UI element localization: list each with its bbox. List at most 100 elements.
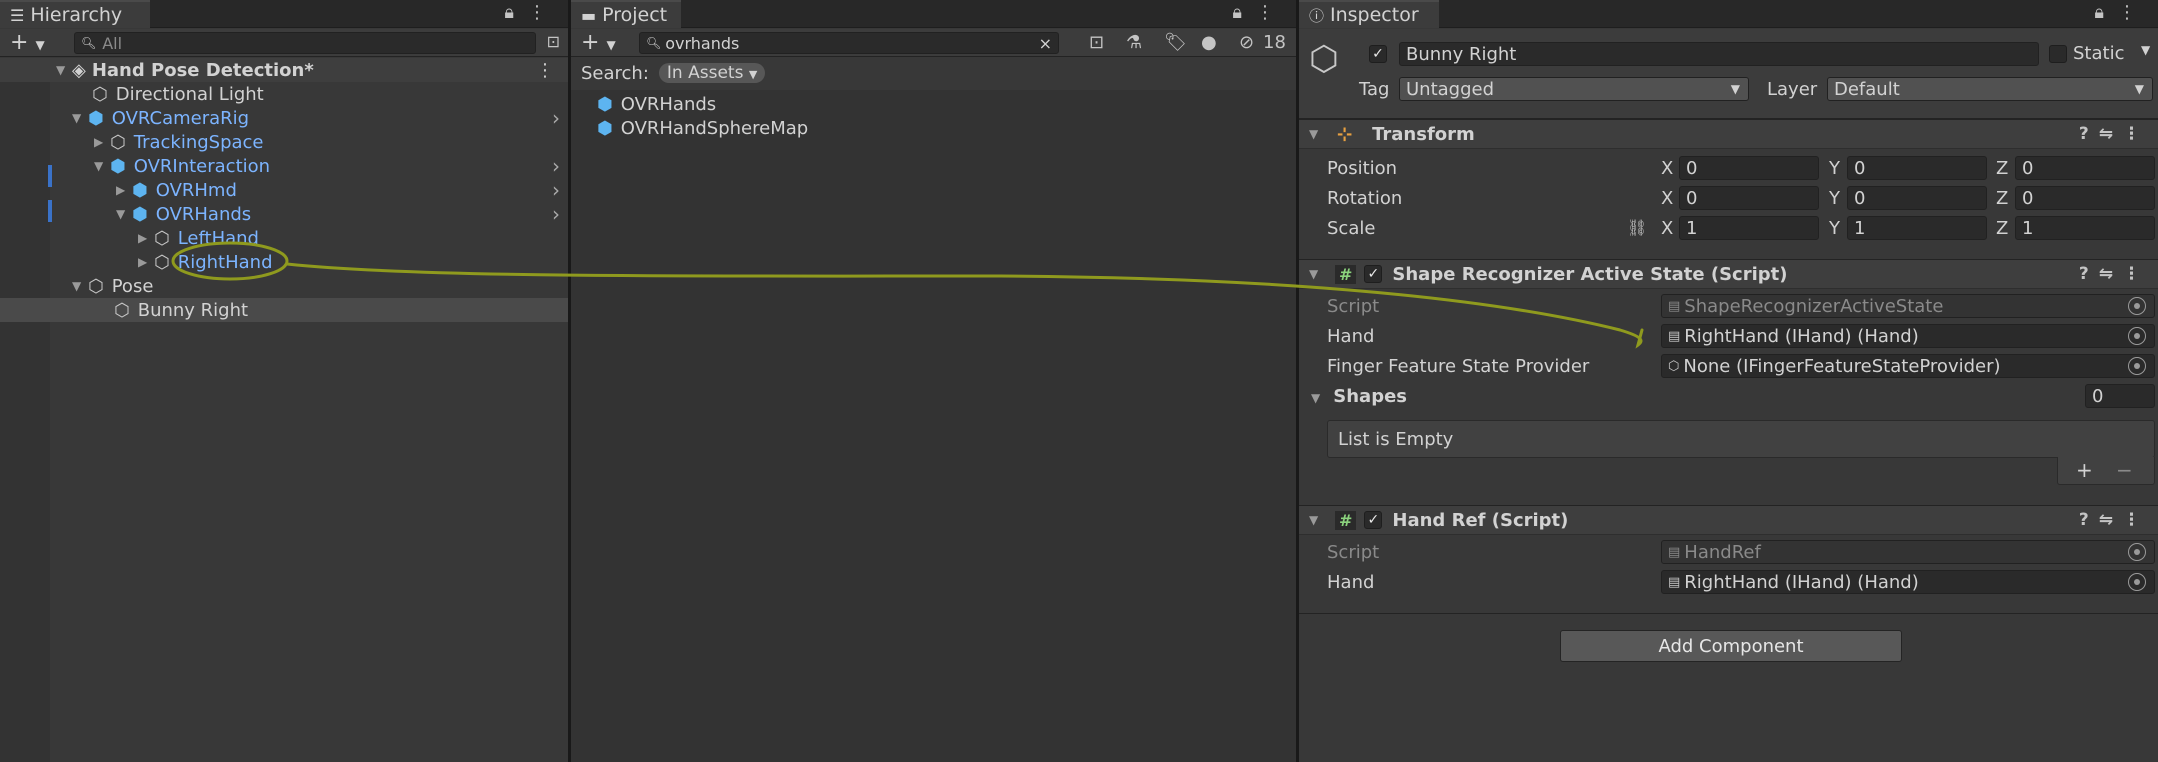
hierarchy-item-ovrcamerarig[interactable]: ▼ ⬢ OVRCameraRig › [0,106,568,130]
hierarchy-item-trackingspace[interactable]: ▶ ⬡ TrackingSpace [0,130,568,154]
expand-arrow[interactable]: ▼ [72,111,84,125]
scale-x-field[interactable]: 1 [1679,216,1819,240]
hand-field[interactable]: ▤ RightHand (IHand) (Hand) [1661,570,2155,594]
preset-icon[interactable]: ⇋ [2099,264,2123,284]
object-name-field[interactable]: Bunny Right [1399,42,2039,66]
gameobject-icon[interactable]: ⬡ [1309,39,1339,79]
lock-icon[interactable]: 🔒︎ [504,2,528,23]
rotation-x-field[interactable]: 0 [1679,186,1819,210]
expand-arrow[interactable]: ▶ [138,231,150,245]
position-x-field[interactable]: 0 [1679,156,1819,180]
lock-icon[interactable]: 🔒︎ [1232,2,1256,23]
more-icon[interactable]: ⋮ [2118,2,2150,23]
lock-icon[interactable]: 🔒︎ [2094,2,2118,23]
inspector-tab[interactable]: ⓘ Inspector [1299,0,1439,28]
more-icon[interactable]: ⋮ [2123,264,2150,284]
shape-recognizer-header[interactable]: ▼ # ✓ Shape Recognizer Active State (Scr… [1299,259,2158,289]
tab-controls[interactable]: 🔒︎⋮ [504,2,560,23]
expand-arrow[interactable]: ▶ [94,135,106,149]
object-picker-icon[interactable] [2128,327,2146,345]
component-controls[interactable]: ?⇋⋮ [2079,264,2150,284]
component-controls[interactable]: ?⇋⋮ [2079,510,2150,530]
remove-element-button[interactable]: − [2116,458,2133,482]
clear-icon[interactable]: × [1039,34,1052,53]
more-icon[interactable]: ⋮ [2123,510,2150,530]
position-y-field[interactable]: 0 [1847,156,1987,180]
more-icon[interactable]: ⋮ [1256,2,1288,23]
hierarchy-search-input[interactable]: 🔍︎ All [74,32,536,54]
hierarchy-item-ovrhands[interactable]: ▼ ⬢ OVRHands › [0,202,568,226]
hierarchy-item-lefthand[interactable]: ▶ ⬡ LeftHand [0,226,568,250]
scene-row[interactable]: ▼ ◈ Hand Pose Detection* ⋮ [0,58,568,82]
hand-field[interactable]: ▤ RightHand (IHand) (Hand) [1661,324,2155,348]
hierarchy-item-directional-light[interactable]: ⬡ Directional Light [0,82,568,106]
rotation-z-field[interactable]: 0 [2015,186,2155,210]
scale-y-field[interactable]: 1 [1847,216,1987,240]
create-dropdown[interactable]: + ▼ [581,30,616,55]
label-icon[interactable]: 🏷︎ [1164,32,1187,53]
result-item-ovrhands[interactable]: ⬢ OVRHands [571,92,1296,116]
hidden-packages-icon[interactable]: ⊘ [1239,32,1254,53]
link-icon[interactable]: ⛓ [1627,218,1647,237]
hand-ref-header[interactable]: ▼ # ✓ Hand Ref (Script) ?⇋⋮ [1299,505,2158,535]
rotation-y-field[interactable]: 0 [1847,186,1987,210]
expand-arrow[interactable]: ▼ [1311,391,1323,405]
chevron-down-icon[interactable]: ▼ [2141,43,2150,57]
expand-arrow[interactable]: ▼ [94,159,106,173]
tab-controls[interactable]: 🔒︎⋮ [1232,2,1288,23]
shapes-foldout[interactable]: ▼ Shapes [1311,386,1407,407]
object-picker-icon[interactable] [2128,357,2146,375]
help-icon[interactable]: ? [2079,124,2099,144]
add-element-button[interactable]: + [2076,458,2093,482]
expand-arrow[interactable]: ▼ [56,63,68,77]
hierarchy-item-ovrinteraction[interactable]: ▼ ⬢ OVRInteraction › [0,154,568,178]
expand-arrow[interactable]: ▼ [1309,513,1321,527]
hierarchy-tab[interactable]: ☰ Hierarchy [0,0,150,28]
search-by-type-icon[interactable]: ⊡ [1089,32,1104,53]
hierarchy-item-pose[interactable]: ▼ ⬡ Pose [0,274,568,298]
hierarchy-item-bunny-right[interactable]: ⬡ Bunny Right [0,298,568,322]
warning-icon[interactable]: ● [1201,32,1217,53]
enabled-checkbox[interactable]: ✓ [1364,265,1383,283]
expand-arrow[interactable]: ▼ [1309,127,1321,141]
help-icon[interactable]: ? [2079,510,2099,530]
project-search-input[interactable]: 🔍︎ ovrhands × [639,32,1059,54]
expand-arrow[interactable]: ▶ [138,255,150,269]
search-mode-icon[interactable]: ⊡ [547,32,560,51]
create-dropdown[interactable]: + ▼ [10,30,45,55]
expand-arrow[interactable]: ▼ [72,279,84,293]
tab-controls[interactable]: 🔒︎⋮ [2094,2,2150,23]
more-icon[interactable]: ⋮ [2123,124,2150,144]
tag-dropdown[interactable]: Untagged ▼ [1399,77,1749,101]
enabled-checkbox[interactable]: ✓ [1364,511,1383,529]
component-controls[interactable]: ?⇋⋮ [2079,124,2150,144]
result-item-ovrhandspheremap[interactable]: ⬢ OVRHandSphereMap [571,116,1296,140]
transform-header[interactable]: ▼ ⊹ Transform ?⇋⋮ [1299,119,2158,149]
add-component-button[interactable]: Add Component [1560,630,1902,662]
chevron-right-icon[interactable]: › [552,154,560,178]
expand-arrow[interactable]: ▼ [1309,267,1321,281]
object-picker-icon[interactable] [2128,573,2146,591]
chevron-right-icon[interactable]: › [552,202,560,226]
help-icon[interactable]: ? [2079,264,2099,284]
hierarchy-item-righthand[interactable]: ▶ ⬡ RightHand [0,250,568,274]
expand-arrow[interactable]: ▼ [116,207,128,221]
scale-z-field[interactable]: 1 [2015,216,2155,240]
preset-icon[interactable]: ⇋ [2099,510,2123,530]
chevron-right-icon[interactable]: › [552,106,560,130]
position-z-field[interactable]: 0 [2015,156,2155,180]
active-checkbox[interactable]: ✓ [1369,45,1387,63]
expand-arrow[interactable]: ▶ [116,183,128,197]
project-tab[interactable]: ▬ Project [571,0,681,28]
shapes-count-field[interactable]: 0 [2085,384,2155,408]
hierarchy-item-ovrhmd[interactable]: ▶ ⬢ OVRHmd › [0,178,568,202]
preset-icon[interactable]: ⇋ [2099,124,2123,144]
search-scope-button[interactable]: In Assets ▼ [658,63,766,83]
chevron-right-icon[interactable]: › [552,178,560,202]
static-checkbox[interactable] [2049,45,2067,63]
finger-provider-field[interactable]: ⬡ None (IFingerFeatureStateProvider) [1661,354,2155,378]
filter-type-icon[interactable]: ⚗ [1126,32,1142,53]
more-icon[interactable]: ⋮ [528,2,560,23]
layer-dropdown[interactable]: Default ▼ [1827,77,2153,101]
more-icon[interactable]: ⋮ [536,60,554,81]
